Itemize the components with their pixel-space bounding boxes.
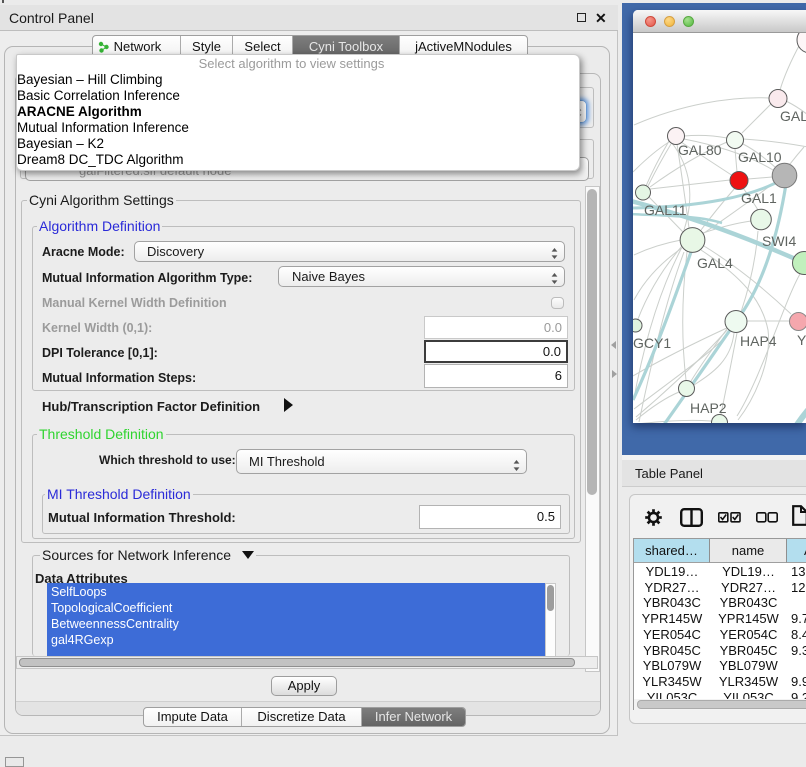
svg-text:GAL10: GAL10	[738, 149, 782, 165]
svg-text:GAL7: GAL7	[780, 108, 806, 124]
svg-text:GAL11: GAL11	[644, 202, 687, 218]
svg-text:GAL1: GAL1	[741, 190, 777, 206]
svg-text:SWI4: SWI4	[762, 233, 796, 249]
svg-text:GAL4: GAL4	[697, 255, 733, 271]
svg-text:HAP2: HAP2	[690, 400, 727, 416]
svg-text:YJ: YJ	[797, 332, 806, 348]
svg-text:GCY1: GCY1	[633, 335, 671, 351]
svg-text:GAL80: GAL80	[678, 142, 722, 158]
svg-text:HAP4: HAP4	[740, 333, 777, 349]
